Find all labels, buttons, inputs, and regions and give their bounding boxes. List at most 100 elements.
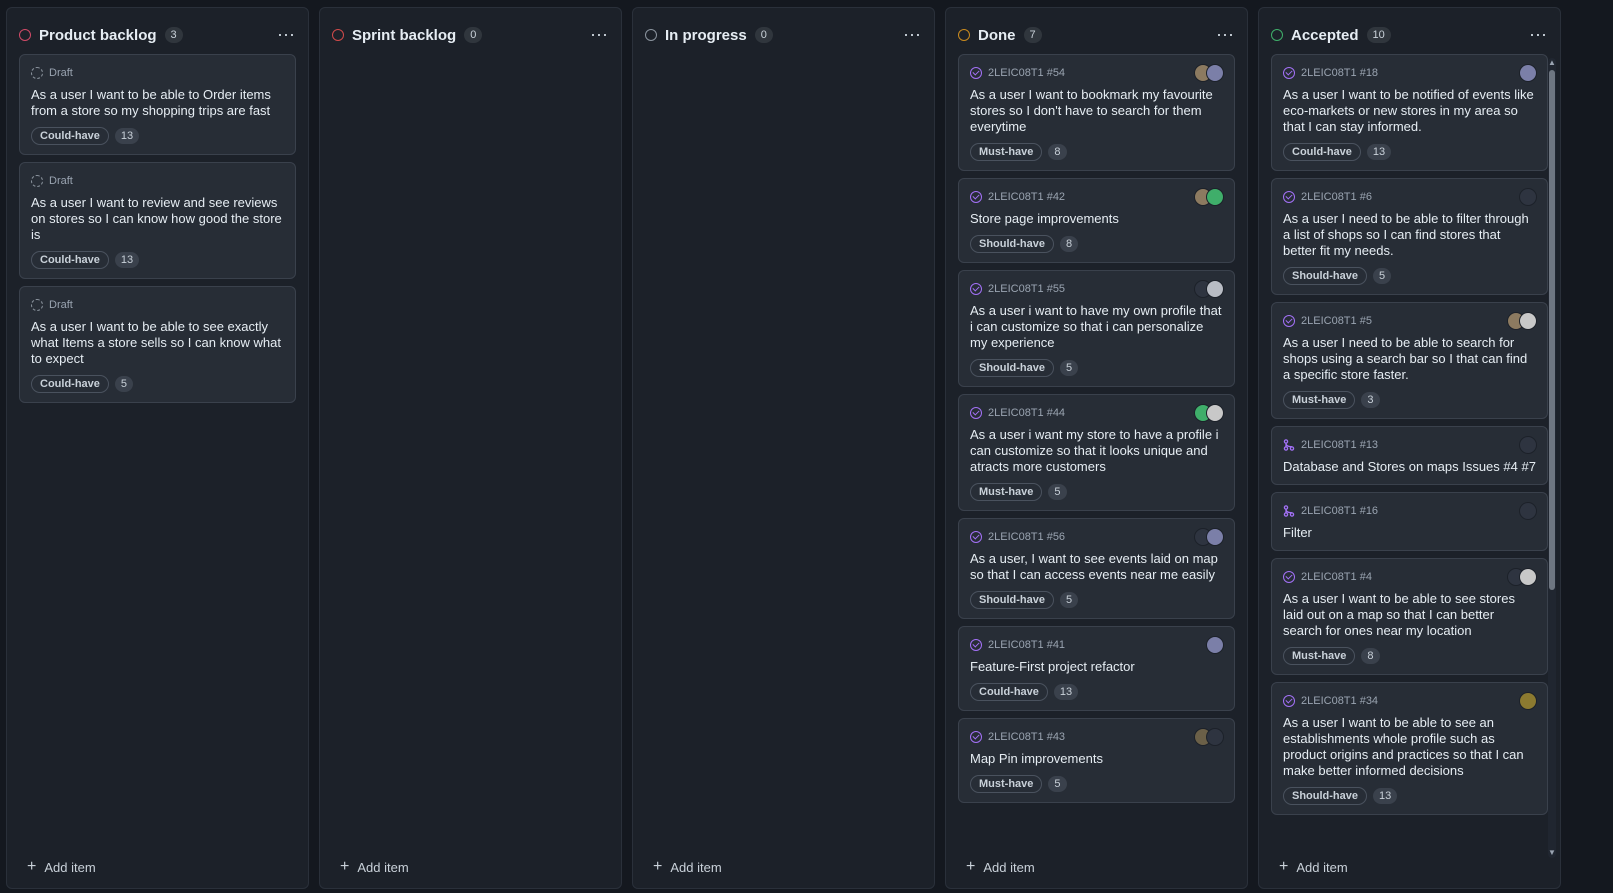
avatar <box>1206 188 1224 206</box>
card-reference[interactable]: 2LEIC08T1 #56 <box>988 531 1065 543</box>
assignee-avatars[interactable] <box>1519 436 1537 454</box>
board-card[interactable]: 2LEIC08T1 #56 As a user, I want to see ev… <box>958 518 1235 619</box>
card-reference[interactable]: 2LEIC08T1 #13 <box>1301 439 1378 451</box>
board-card[interactable]: 2LEIC08T1 #13 Database and Stores on maps… <box>1271 426 1548 485</box>
card-reference[interactable]: 2LEIC08T1 #5 <box>1301 315 1372 327</box>
add-item-label: Add item <box>357 859 409 875</box>
add-item-button[interactable]: + Add item <box>653 858 722 876</box>
board-card[interactable]: 2LEIC08T1 #16 Filter <box>1271 492 1548 551</box>
board-card[interactable]: 2LEIC08T1 #55 As a user i want to have my… <box>958 270 1235 387</box>
more-horizontal-icon[interactable]: ⋯ <box>903 25 922 46</box>
assignee-avatars[interactable] <box>1519 64 1537 82</box>
card-title[interactable]: As a user I want to be able to see exact… <box>31 319 284 367</box>
column-count-badge: 0 <box>754 27 773 43</box>
assignee-avatars[interactable] <box>1507 568 1537 586</box>
board-card[interactable]: 2LEIC08T1 #42 Store page improvements Shou… <box>958 178 1235 263</box>
avatar <box>1519 502 1537 520</box>
card-title[interactable]: As a user I need to be able to filter th… <box>1283 211 1536 259</box>
card-reference[interactable]: 2LEIC08T1 #34 <box>1301 695 1378 707</box>
card-title[interactable]: Feature-First project refactor <box>970 659 1223 675</box>
card-title[interactable]: As a user I want to be able to Order ite… <box>31 87 284 119</box>
card-fields: Must-have 3 <box>1283 391 1536 409</box>
card-title[interactable]: As a user, I want to see events laid on … <box>970 551 1223 583</box>
scroll-down-arrow-icon[interactable]: ▼ <box>1548 848 1556 858</box>
card-title[interactable]: As a user I want to bookmark my favourit… <box>970 87 1223 135</box>
card-reference[interactable]: 2LEIC08T1 #55 <box>988 283 1065 295</box>
assignee-avatars[interactable] <box>1519 692 1537 710</box>
priority-label: Should-have <box>970 359 1055 377</box>
avatar <box>1519 188 1537 206</box>
card-reference[interactable]: 2LEIC08T1 #18 <box>1301 67 1378 79</box>
add-item-button[interactable]: + Add item <box>340 858 409 876</box>
column-title: Sprint backlog <box>352 26 457 44</box>
assignee-avatars[interactable] <box>1194 188 1224 206</box>
board-card[interactable]: 2LEIC08T1 #54 As a user I want to bookmar… <box>958 54 1235 171</box>
estimate-badge: 8 <box>1048 144 1067 160</box>
board-card[interactable]: 2LEIC08T1 #44 As a user i want my store t… <box>958 394 1235 511</box>
board-card[interactable]: 2LEIC08T1 #6 As a user I need to be able … <box>1271 178 1548 295</box>
card-reference[interactable]: 2LEIC08T1 #43 <box>988 731 1065 743</box>
card-reference[interactable]: 2LEIC08T1 #41 <box>988 639 1065 651</box>
board-card[interactable]: Draft As a user I want to be able to see … <box>19 286 296 403</box>
avatar <box>1519 692 1537 710</box>
card-reference[interactable]: Draft <box>49 67 73 79</box>
assignee-avatars[interactable] <box>1507 312 1537 330</box>
estimate-badge: 8 <box>1361 648 1380 664</box>
board-card[interactable]: 2LEIC08T1 #4 As a user I want to be able … <box>1271 558 1548 675</box>
board-card[interactable]: 2LEIC08T1 #41 Feature-First project refac… <box>958 626 1235 711</box>
card-reference[interactable]: 2LEIC08T1 #54 <box>988 67 1065 79</box>
priority-label: Could-have <box>31 251 109 269</box>
card-title[interactable]: As a user I need to be able to search fo… <box>1283 335 1536 383</box>
card-title[interactable]: As a user I want to be able to see store… <box>1283 591 1536 639</box>
assignee-avatars[interactable] <box>1194 528 1224 546</box>
card-reference[interactable]: 2LEIC08T1 #44 <box>988 407 1065 419</box>
add-item-button[interactable]: + Add item <box>27 858 96 876</box>
card-reference[interactable]: Draft <box>49 175 73 187</box>
board-card[interactable]: 2LEIC08T1 #18 As a user I want to be noti… <box>1271 54 1548 171</box>
card-fields: Should-have 5 <box>970 591 1223 609</box>
plus-icon: + <box>340 858 350 875</box>
assignee-avatars[interactable] <box>1519 188 1537 206</box>
card-title[interactable]: As a user I want to be able to see an es… <box>1283 715 1536 779</box>
board-card[interactable]: 2LEIC08T1 #34 As a user I want to be able… <box>1271 682 1548 815</box>
assignee-avatars[interactable] <box>1194 404 1224 422</box>
add-item-button[interactable]: + Add item <box>966 858 1035 876</box>
card-reference[interactable]: 2LEIC08T1 #6 <box>1301 191 1372 203</box>
card-title[interactable]: As a user i want my store to have a prof… <box>970 427 1223 475</box>
draft-circle-icon <box>31 299 43 311</box>
priority-label: Should-have <box>1283 787 1368 805</box>
card-title[interactable]: Map Pin improvements <box>970 751 1223 767</box>
board-card[interactable]: 2LEIC08T1 #43 Map Pin improvements Must-ha… <box>958 718 1235 803</box>
card-meta: 2LEIC08T1 #56 <box>970 529 1223 545</box>
card-reference[interactable]: Draft <box>49 299 73 311</box>
more-horizontal-icon[interactable]: ⋯ <box>277 25 296 46</box>
board-card[interactable]: 2LEIC08T1 #5 As a user I need to be able … <box>1271 302 1548 419</box>
column-title: Done <box>978 26 1016 44</box>
card-title[interactable]: As a user i want to have my own profile … <box>970 303 1223 351</box>
assignee-avatars[interactable] <box>1194 280 1224 298</box>
more-horizontal-icon[interactable]: ⋯ <box>590 25 609 46</box>
card-title[interactable]: Store page improvements <box>970 211 1223 227</box>
more-horizontal-icon[interactable]: ⋯ <box>1529 25 1548 46</box>
card-reference[interactable]: 2LEIC08T1 #4 <box>1301 571 1372 583</box>
card-title[interactable]: As a user I want to review and see revie… <box>31 195 284 243</box>
assignee-avatars[interactable] <box>1194 64 1224 82</box>
assignee-avatars[interactable] <box>1206 636 1224 654</box>
board-card[interactable]: Draft As a user I want to review and see … <box>19 162 296 279</box>
scrollbar-thumb[interactable] <box>1549 70 1555 590</box>
card-reference[interactable]: 2LEIC08T1 #16 <box>1301 505 1378 517</box>
scroll-up-arrow-icon[interactable]: ▲ <box>1548 58 1556 68</box>
estimate-badge: 13 <box>1053 684 1079 700</box>
add-item-button[interactable]: + Add item <box>1279 858 1348 876</box>
board-card[interactable]: Draft As a user I want to be able to Orde… <box>19 54 296 155</box>
assignee-avatars[interactable] <box>1194 728 1224 746</box>
vertical-scrollbar[interactable]: ▲ ▼ <box>1548 58 1556 858</box>
card-title[interactable]: Filter <box>1283 525 1536 541</box>
plus-icon: + <box>1279 858 1289 875</box>
card-title[interactable]: As a user I want to be notified of event… <box>1283 87 1536 135</box>
assignee-avatars[interactable] <box>1519 502 1537 520</box>
card-title[interactable]: Database and Stores on maps Issues #4 #7 <box>1283 459 1536 475</box>
card-reference[interactable]: 2LEIC08T1 #42 <box>988 191 1065 203</box>
card-fields: Must-have 5 <box>970 775 1223 793</box>
more-horizontal-icon[interactable]: ⋯ <box>1216 25 1235 46</box>
